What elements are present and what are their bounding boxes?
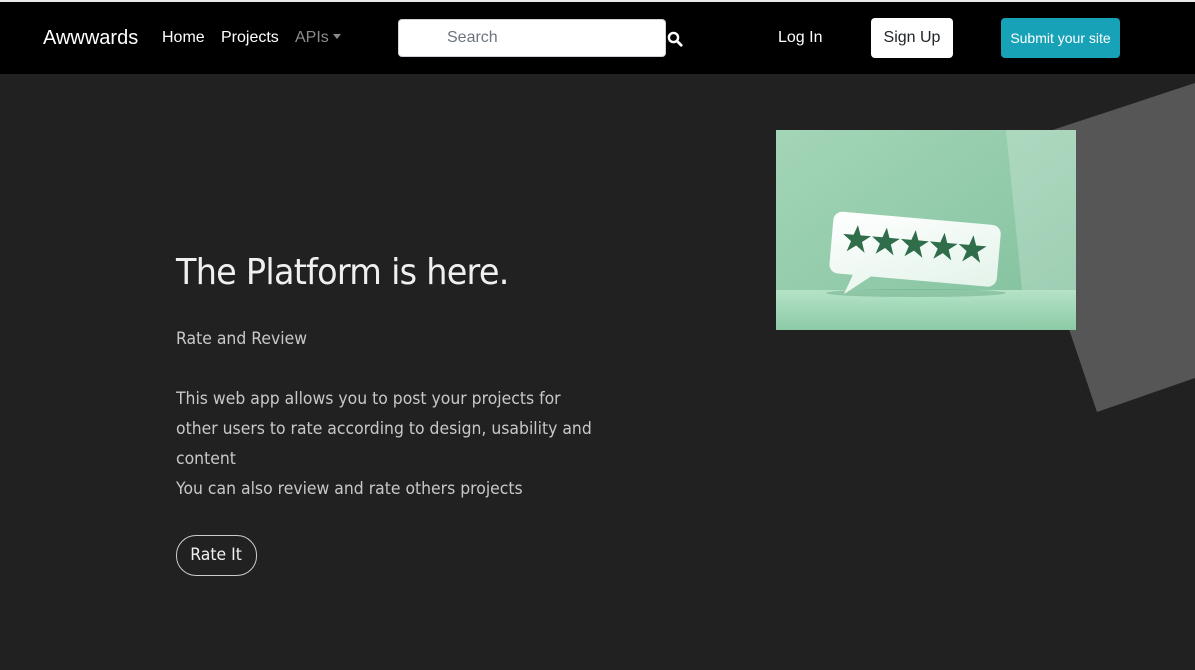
login-link[interactable]: Log In bbox=[778, 29, 822, 47]
chevron-down-icon bbox=[332, 34, 341, 39]
rate-it-button[interactable]: Rate It bbox=[176, 535, 257, 576]
nav-apis-dropdown[interactable]: APIs bbox=[295, 29, 341, 47]
rating-illustration bbox=[776, 130, 1076, 330]
hero-subtitle: Rate and Review bbox=[176, 329, 308, 349]
signup-button[interactable]: Sign Up bbox=[871, 18, 953, 58]
nav-projects[interactable]: Projects bbox=[221, 29, 279, 47]
hero-title: The Platform is here. bbox=[176, 252, 509, 293]
navbar: Awwwards Home Projects APIs Log In Sign … bbox=[0, 2, 1195, 74]
hero-description: This web app allows you to post your pro… bbox=[176, 389, 592, 469]
search-input[interactable] bbox=[398, 19, 666, 57]
search-icon[interactable] bbox=[667, 31, 683, 47]
nav-home[interactable]: Home bbox=[162, 29, 205, 47]
submit-site-button[interactable]: Submit your site bbox=[1001, 18, 1120, 58]
nav-apis-label: APIs bbox=[295, 29, 329, 46]
brand-logo[interactable]: Awwwards bbox=[43, 27, 138, 50]
rate-it-label: Rate It bbox=[190, 545, 243, 565]
hero-note: You can also review and rate others proj… bbox=[176, 479, 523, 499]
